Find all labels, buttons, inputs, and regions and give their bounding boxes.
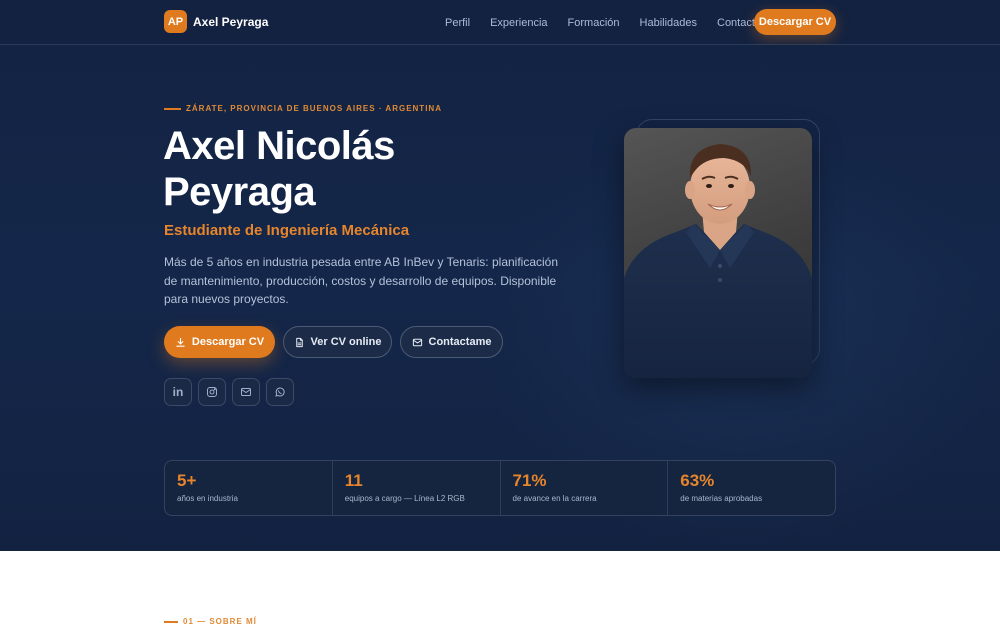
location-eyebrow: ZÁRATE, PROVINCIA DE BUENOS AIRES · ARGE… [164, 104, 442, 113]
stat-equipment: 11 equipos a cargo — Línea L2 RGB [333, 461, 501, 515]
nav-item-habilidades[interactable]: Habilidades [640, 17, 697, 29]
document-icon [295, 337, 303, 347]
download-cv-label: Descargar CV [191, 336, 265, 348]
stat-label: equipos a cargo — Línea L2 RGB [344, 494, 465, 503]
stat-label: de avance en la carrera [512, 494, 597, 503]
instagram-link[interactable] [198, 378, 226, 406]
stat-value: 71% [512, 471, 547, 490]
linkedin-icon: in [172, 385, 184, 399]
email-link[interactable] [232, 378, 260, 406]
about-section-label: 01 — SOBRE MÍ [183, 617, 257, 625]
top-navbar: AP Axel Peyraga Perfil Experiencia Forma… [0, 0, 1000, 45]
mail-icon [412, 338, 422, 346]
location-text: ZÁRATE, PROVINCIA DE BUENOS AIRES · ARGE… [186, 104, 442, 113]
download-cv-button[interactable]: Descargar CV [164, 326, 275, 358]
social-links: in [164, 378, 294, 406]
stat-career-progress: 71% de avance en la carrera [501, 461, 669, 515]
about-section-eyebrow: 01 — SOBRE MÍ [164, 617, 257, 625]
stats-bar: 5+ años en industria 11 equipos a cargo … [164, 460, 836, 516]
stat-years-industry: 5+ años en industria [165, 461, 333, 515]
download-icon [176, 337, 185, 347]
view-cv-label: Ver CV online [310, 336, 382, 348]
profile-photo [624, 128, 812, 378]
hero-name-line2: Peyraga [163, 170, 316, 214]
stat-value: 63% [680, 471, 715, 490]
brand[interactable]: AP Axel Peyraga [164, 10, 268, 33]
person-illustration [624, 144, 812, 378]
brand-name: Axel Peyraga [193, 14, 269, 29]
eyebrow-line [164, 620, 178, 623]
stat-subjects-passed: 63% de materias aprobadas [668, 461, 835, 515]
stat-value: 11 [344, 471, 363, 490]
nav-item-experiencia[interactable]: Experiencia [490, 17, 547, 29]
whatsapp-icon [275, 387, 285, 397]
view-cv-online-button[interactable]: Ver CV online [283, 326, 392, 358]
linkedin-link[interactable]: in [164, 378, 192, 406]
hero-bio: Más de 5 años en industria pesada entre … [164, 255, 559, 306]
hero-name: Axel Nicolás Peyraga [163, 123, 543, 215]
brand-logo: AP [164, 10, 187, 33]
stat-label: años en industria [177, 494, 238, 503]
hero-role: Estudiante de Ingeniería Mecánica [164, 222, 410, 239]
nav-item-formacion[interactable]: Formación [568, 17, 620, 29]
contact-button[interactable]: Contactame [400, 326, 503, 358]
hero-name-line1: Axel Nicolás [163, 124, 395, 168]
nav-download-cv-button[interactable]: Descargar CV [754, 9, 836, 35]
whatsapp-link[interactable] [266, 378, 294, 406]
nav-item-perfil[interactable]: Perfil [445, 17, 470, 29]
stat-label: de materias aprobadas [680, 494, 763, 503]
eyebrow-line [164, 107, 181, 110]
mail-icon [241, 388, 251, 396]
stat-value: 5+ [177, 471, 197, 490]
contact-label: Contactame [428, 336, 492, 348]
main-nav: Perfil Experiencia Formación Habilidades… [445, 0, 781, 45]
hero-section: ZÁRATE, PROVINCIA DE BUENOS AIRES · ARGE… [0, 45, 1000, 551]
instagram-icon [207, 387, 217, 397]
